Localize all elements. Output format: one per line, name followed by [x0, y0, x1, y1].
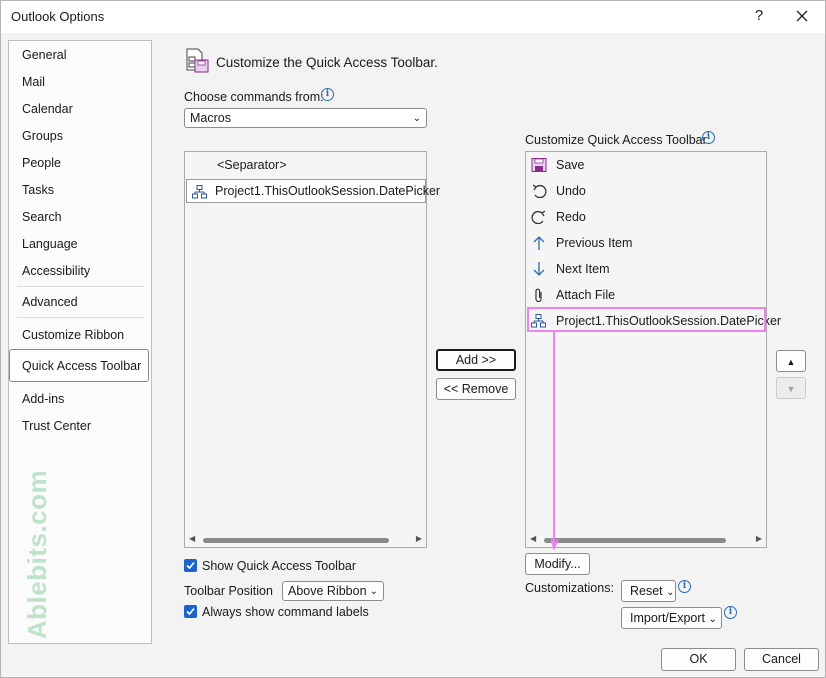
nav-item-advanced[interactable]: Advanced: [22, 295, 78, 309]
toolbar-position-value: Above Ribbon: [288, 584, 367, 598]
choose-commands-select[interactable]: Macros ⌄: [184, 108, 427, 128]
list-item-label: Project1.ThisOutlookSession.DatePicker: [215, 184, 441, 198]
chevron-down-icon: ⌄: [708, 614, 717, 625]
toolbar-position-label: Toolbar Position: [184, 584, 273, 598]
watermark: Ablebits.com: [15, 467, 65, 643]
close-button[interactable]: [788, 5, 816, 27]
show-qat-label: Show Quick Access Toolbar: [202, 559, 357, 573]
nav-item-search[interactable]: Search: [22, 210, 62, 224]
outlook-options-dialog: Outlook Options ? General Mail Calendar …: [0, 0, 826, 678]
triangle-down-icon: ▼: [786, 384, 796, 394]
chevron-down-icon: ⌄: [666, 587, 675, 598]
always-show-labels-label: Always show command labels: [202, 605, 369, 619]
list-item-label: Save: [556, 158, 585, 172]
nav-item-quick-access-toolbar[interactable]: Quick Access Toolbar: [22, 359, 141, 373]
customize-qat-label: Customize Quick Access Toolbar:: [525, 133, 711, 147]
cancel-button[interactable]: Cancel: [744, 648, 819, 671]
undo-icon: [532, 184, 547, 198]
ok-button[interactable]: OK: [661, 648, 736, 671]
checkmark-icon: [186, 561, 195, 570]
list-item-label: <Separator>: [217, 158, 287, 172]
reset-button-label: Reset: [630, 584, 663, 598]
always-show-labels-checkbox[interactable]: [184, 605, 197, 618]
nav-item-people[interactable]: People: [22, 156, 61, 170]
import-export-button[interactable]: Import/Export ⌄: [621, 607, 722, 629]
info-icon[interactable]: i: [724, 606, 737, 619]
nav-item-trust-center[interactable]: Trust Center: [22, 419, 91, 433]
quick-access-toolbar-icon: [186, 48, 209, 73]
close-icon: [796, 10, 808, 22]
nav-item-tasks[interactable]: Tasks: [22, 183, 54, 197]
reset-button[interactable]: Reset ⌄: [621, 580, 676, 602]
nav-item-customize-ribbon[interactable]: Customize Ribbon: [22, 328, 124, 342]
list-item-label: Next Item: [556, 262, 610, 276]
choose-commands-value: Macros: [190, 111, 231, 125]
watermark-text: Ablebits.com: [22, 469, 53, 640]
help-button[interactable]: ?: [745, 5, 773, 27]
customizations-label: Customizations:: [525, 581, 614, 595]
scroll-left-icon[interactable]: ◀: [189, 534, 195, 543]
nav-item-accessibility[interactable]: Accessibility: [22, 264, 90, 278]
nav-item-calendar[interactable]: Calendar: [22, 102, 73, 116]
scroll-right-icon[interactable]: ▶: [756, 534, 762, 543]
paperclip-icon: [535, 288, 542, 302]
horizontal-scrollbar[interactable]: ◀ ▶: [185, 533, 426, 547]
save-icon: [531, 158, 547, 172]
list-item-label: Undo: [556, 184, 586, 198]
chevron-down-icon: ⌄: [369, 586, 378, 597]
scroll-left-icon[interactable]: ◀: [530, 534, 536, 543]
nav-item-groups[interactable]: Groups: [22, 129, 63, 143]
macro-icon: [192, 185, 207, 199]
nav-item-general[interactable]: General: [22, 48, 66, 62]
list-item[interactable]: Project1.ThisOutlookSession.DatePicker: [186, 179, 440, 203]
redo-icon: [531, 210, 546, 224]
annotation-arrow: [551, 332, 559, 550]
modify-button[interactable]: Modify...: [525, 553, 590, 575]
import-export-button-label: Import/Export: [630, 611, 706, 625]
list-item-label: Redo: [556, 210, 586, 224]
show-qat-checkbox[interactable]: [184, 559, 197, 572]
nav-item-language[interactable]: Language: [22, 237, 78, 251]
arrow-up-icon: [533, 236, 545, 250]
scroll-right-icon[interactable]: ▶: [416, 534, 422, 543]
move-down-button[interactable]: ▼: [776, 377, 806, 399]
move-up-button[interactable]: ▲: [776, 350, 806, 372]
add-button[interactable]: Add >>: [436, 349, 516, 371]
choose-commands-label: Choose commands from:: [184, 90, 324, 104]
title-bar: Outlook Options ?: [1, 1, 825, 33]
highlight-box: [527, 307, 766, 332]
list-item-label: Previous Item: [556, 236, 633, 250]
toolbar-position-select[interactable]: Above Ribbon ⌄: [282, 581, 384, 601]
info-icon[interactable]: i: [678, 580, 691, 593]
available-commands-list[interactable]: <Separator> Project1.ThisOutlookSession.…: [184, 151, 440, 548]
chevron-down-icon: ⌄: [412, 113, 421, 124]
window-title: Outlook Options: [11, 9, 105, 24]
list-item-label: Attach File: [556, 288, 616, 302]
nav-item-add-ins[interactable]: Add-ins: [22, 392, 64, 406]
list-item[interactable]: <Separator>: [185, 153, 426, 177]
nav-item-mail[interactable]: Mail: [22, 75, 45, 89]
remove-button[interactable]: << Remove: [436, 378, 516, 400]
info-icon[interactable]: i: [321, 88, 334, 101]
nav-divider: [17, 317, 144, 318]
scrollbar-thumb[interactable]: [203, 538, 389, 543]
nav-divider: [17, 286, 144, 287]
arrow-down-icon: [533, 262, 545, 276]
info-icon[interactable]: i: [702, 131, 715, 144]
scrollbar-thumb[interactable]: [544, 538, 726, 543]
triangle-up-icon: ▲: [786, 357, 796, 367]
checkmark-icon: [186, 607, 195, 616]
page-title: Customize the Quick Access Toolbar.: [216, 55, 438, 70]
